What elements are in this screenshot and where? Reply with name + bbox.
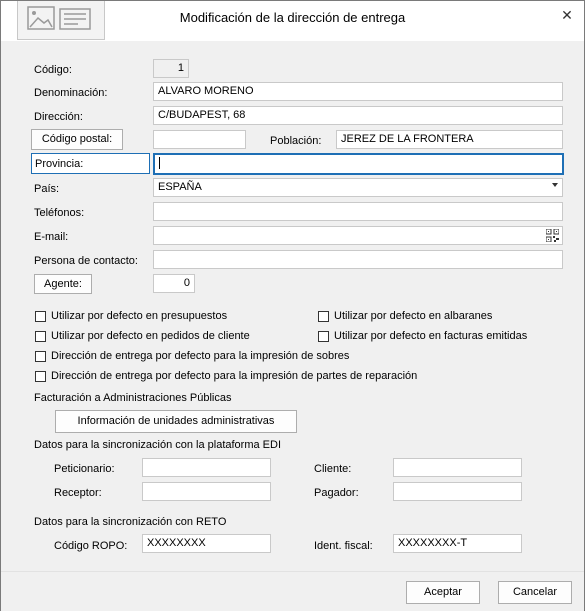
albaranes-checkbox[interactable]	[318, 311, 329, 322]
direccion-field[interactable]: C/BUDAPEST, 68	[153, 106, 563, 125]
pedidos-label: Utilizar por defecto en pedidos de clien…	[51, 330, 250, 342]
sobres-label: Dirección de entrega por defecto para la…	[51, 350, 350, 362]
partes-checkbox[interactable]	[35, 371, 46, 382]
denominacion-field[interactable]: ALVARO MORENO	[153, 82, 563, 101]
unidades-administrativas-button[interactable]: Información de unidades administrativas	[55, 410, 297, 433]
email-field[interactable]	[153, 226, 563, 245]
pagador-label: Pagador:	[314, 487, 359, 499]
ident-fiscal-field[interactable]: XXXXXXXX-T	[393, 534, 522, 553]
edi-section-label: Datos para la sincronización con la plat…	[34, 439, 282, 451]
dialog-window: Modificación de la dirección de entrega …	[0, 0, 585, 611]
sobres-checkbox[interactable]	[35, 351, 46, 362]
title-bar: Modificación de la dirección de entrega …	[1, 1, 584, 41]
cancelar-button[interactable]: Cancelar	[498, 581, 572, 604]
agente-button[interactable]: Agente:	[34, 274, 92, 294]
text-cursor	[159, 157, 160, 170]
pais-value: ESPAÑA	[158, 181, 202, 193]
albaranes-label: Utilizar por defecto en albaranes	[334, 310, 493, 322]
peticionario-label: Peticionario:	[54, 463, 115, 475]
denominacion-label: Denominación:	[34, 87, 108, 99]
pais-label: País:	[34, 183, 60, 195]
receptor-field[interactable]	[142, 482, 271, 501]
codigo-postal-button[interactable]: Código postal:	[31, 129, 123, 150]
dropdown-arrow-icon[interactable]	[552, 183, 558, 187]
peticionario-field[interactable]	[142, 458, 271, 477]
close-icon[interactable]: ✕	[558, 6, 576, 24]
ropo-field[interactable]: XXXXXXXX	[142, 534, 271, 553]
presupuestos-label: Utilizar por defecto en presupuestos	[51, 310, 228, 322]
pagador-field[interactable]	[393, 482, 522, 501]
pais-select[interactable]: ESPAÑA	[153, 178, 563, 197]
cliente-label: Cliente:	[314, 463, 352, 475]
codigo-label: Código:	[34, 64, 72, 76]
poblacion-label: Población:	[270, 135, 322, 147]
provincia-label-box: Provincia:	[31, 153, 150, 174]
ropo-label: Código ROPO:	[54, 540, 128, 552]
codigo-field[interactable]: 1	[153, 59, 189, 78]
facturas-label: Utilizar por defecto en facturas emitida…	[334, 330, 528, 342]
contacto-field[interactable]	[153, 250, 563, 269]
partes-label: Dirección de entrega por defecto para la…	[51, 370, 418, 382]
cliente-field[interactable]	[393, 458, 522, 477]
receptor-label: Receptor:	[54, 487, 102, 499]
ident-fiscal-label: Ident. fiscal:	[314, 540, 373, 552]
dialog-title: Modificación de la dirección de entrega	[179, 10, 406, 25]
aceptar-button[interactable]: Aceptar	[406, 581, 480, 604]
reto-section-label: Datos para la sincronización con RETO	[34, 516, 227, 528]
pedidos-checkbox[interactable]	[35, 331, 46, 342]
contacto-label: Persona de contacto:	[34, 255, 138, 267]
poblacion-field[interactable]: JEREZ DE LA FRONTERA	[336, 130, 563, 149]
provincia-field[interactable]	[153, 153, 564, 175]
telefonos-field[interactable]	[153, 202, 563, 221]
dialog-footer: Aceptar Cancelar	[1, 571, 584, 611]
direccion-label: Dirección:	[34, 111, 83, 123]
admin-section-label: Facturación a Administraciones Públicas	[34, 392, 232, 404]
qr-code-icon[interactable]	[546, 229, 559, 242]
provincia-label: Provincia:	[35, 158, 84, 170]
codigo-postal-field[interactable]	[153, 130, 246, 149]
email-label: E-mail:	[34, 231, 69, 243]
agente-field[interactable]: 0	[153, 274, 195, 293]
facturas-checkbox[interactable]	[318, 331, 329, 342]
telefonos-label: Teléfonos:	[34, 207, 85, 219]
presupuestos-checkbox[interactable]	[35, 311, 46, 322]
